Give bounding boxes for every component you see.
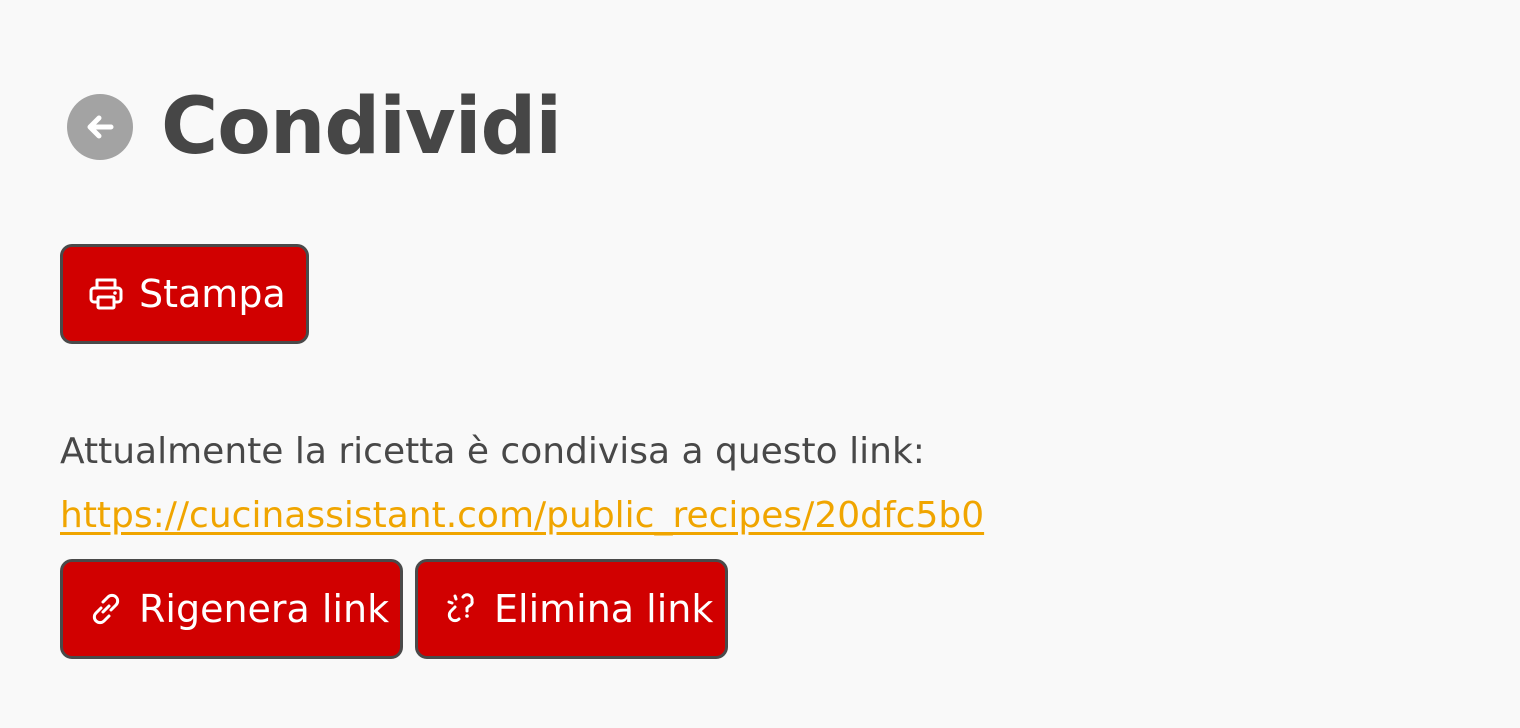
print-button-label: Stampa	[139, 272, 286, 316]
share-url-link[interactable]: https://cucinassistant.com/public_recipe…	[60, 488, 984, 544]
delete-link-label: Elimina link	[494, 587, 714, 631]
share-page: Condividi Stampa Attualmente la ricetta …	[0, 0, 1520, 728]
print-button[interactable]: Stampa	[60, 244, 309, 344]
delete-link-button[interactable]: Elimina link	[415, 559, 728, 659]
link-icon	[87, 590, 125, 628]
arrow-left-icon	[87, 115, 114, 139]
regenerate-link-label: Rigenera link	[139, 587, 390, 631]
regenerate-link-button[interactable]: Rigenera link	[60, 559, 403, 659]
page-header: Condividi	[67, 72, 562, 182]
printer-icon	[87, 275, 125, 313]
page-title: Condividi	[161, 82, 562, 172]
link-broken-icon	[442, 590, 480, 628]
share-description: Attualmente la ricetta è condivisa a que…	[60, 431, 925, 472]
back-button[interactable]	[67, 94, 133, 160]
